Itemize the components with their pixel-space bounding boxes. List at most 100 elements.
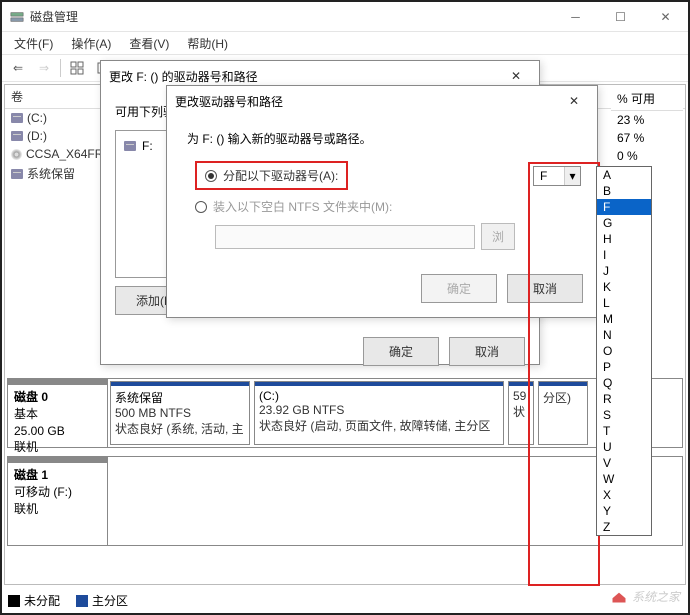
dropdown-item-B[interactable]: B	[597, 183, 651, 199]
toolbar-separator	[60, 59, 61, 77]
menu-view[interactable]: 查看(V)	[121, 33, 177, 54]
menubar: 文件(F) 操作(A) 查看(V) 帮助(H)	[2, 32, 688, 54]
assign-highlight: 分配以下驱动器号(A):	[195, 161, 348, 190]
disk-label: 磁盘 1	[14, 467, 101, 484]
partition-box[interactable]: 59状	[508, 381, 534, 445]
menu-file[interactable]: 文件(F)	[6, 33, 61, 54]
letter-select[interactable]: F ▾	[533, 166, 581, 186]
dropdown-item-Q[interactable]: Q	[597, 375, 651, 391]
volume-name: 系统保留	[27, 165, 75, 182]
dropdown-item-P[interactable]: P	[597, 359, 651, 375]
partition-name: 系统保留	[115, 389, 245, 406]
mount-path-input	[215, 225, 475, 249]
dropdown-item-H[interactable]: H	[597, 231, 651, 247]
menu-help[interactable]: 帮助(H)	[179, 33, 236, 54]
back-button[interactable]: ⇐	[6, 56, 30, 80]
dropdown-item-W[interactable]: W	[597, 471, 651, 487]
pct-value: 0 %	[611, 147, 683, 165]
disk-mgmt-icon	[10, 10, 24, 24]
chevron-down-icon: ▾	[564, 167, 580, 185]
maximize-button[interactable]: ☐	[598, 2, 643, 32]
partition-status: 状态良好 (启动, 页面文件, 故障转储, 主分区	[259, 417, 499, 434]
main-titlebar: 磁盘管理 ─ ☐ ✕	[2, 2, 688, 32]
dropdown-item-M[interactable]: M	[597, 311, 651, 327]
disk-type: 基本	[14, 406, 101, 423]
legend: 未分配 主分区	[8, 592, 128, 609]
watermark: 系统之家	[610, 588, 680, 605]
dropdown-item-U[interactable]: U	[597, 439, 651, 455]
legend-unalloc-label: 未分配	[24, 592, 60, 609]
partition-box[interactable]: (C:)23.92 GB NTFS状态良好 (启动, 页面文件, 故障转储, 主…	[254, 381, 504, 445]
partition-size: 59	[513, 389, 529, 403]
dlg2-titlebar: 更改驱动器号和路径 ✕	[167, 86, 597, 116]
dlg1-title: 更改 F: () 的驱动器号和路径	[109, 68, 501, 85]
mount-folder-row[interactable]: 装入以下空白 NTFS 文件夹中(M):	[187, 198, 577, 215]
menu-action[interactable]: 操作(A)	[63, 33, 119, 54]
dropdown-item-J[interactable]: J	[597, 263, 651, 279]
drive-icon	[11, 113, 23, 123]
assign-letter-row[interactable]: 分配以下驱动器号(A): F ▾	[187, 161, 577, 190]
browse-button: 浏	[481, 223, 515, 250]
dropdown-item-V[interactable]: V	[597, 455, 651, 471]
window-title-text: 磁盘管理	[30, 8, 78, 25]
disk-status: 联机	[14, 439, 101, 456]
dlg2-ok-button[interactable]: 确定	[421, 274, 497, 303]
partition-size: 500 MB NTFS	[115, 406, 245, 420]
volume-header-name[interactable]: 卷	[11, 88, 91, 105]
dlg2-cancel-button[interactable]: 取消	[507, 274, 583, 303]
dropdown-item-L[interactable]: L	[597, 295, 651, 311]
close-button[interactable]: ✕	[643, 2, 688, 32]
disk-row: 磁盘 1可移动 (F:)联机	[7, 456, 683, 546]
volume-name: CCSA_X64FR	[26, 147, 103, 161]
dlg2-instruction: 为 F: () 输入新的驱动器号或路径。	[187, 130, 577, 147]
mount-label: 装入以下空白 NTFS 文件夹中(M):	[213, 198, 392, 215]
drive-icon	[11, 131, 23, 141]
assign-radio[interactable]	[205, 170, 217, 182]
dropdown-item-R[interactable]: R	[597, 391, 651, 407]
pct-header[interactable]: % 可用	[611, 87, 683, 111]
mount-radio[interactable]	[195, 201, 207, 213]
partition-box[interactable]: 分区)	[538, 381, 588, 445]
partition-size: 23.92 GB NTFS	[259, 403, 499, 417]
disk-type: 可移动 (F:)	[14, 484, 101, 501]
volume-name: (C:)	[27, 111, 47, 125]
dlg1-bottom-row: 确定 取消	[101, 327, 539, 376]
legend-unallocated: 未分配	[8, 592, 60, 609]
watermark-text: 系统之家	[632, 588, 680, 605]
partition-status: 状	[513, 403, 529, 420]
dlg1-ok-button[interactable]: 确定	[363, 337, 439, 366]
dropdown-item-G[interactable]: G	[597, 215, 651, 231]
dlg2-close-button[interactable]: ✕	[559, 86, 589, 116]
dropdown-item-Z[interactable]: Z	[597, 519, 651, 535]
dropdown-item-K[interactable]: K	[597, 279, 651, 295]
pct-value: 23 %	[611, 111, 683, 129]
dropdown-item-N[interactable]: N	[597, 327, 651, 343]
partition-name: (C:)	[259, 389, 499, 403]
dlg2-title: 更改驱动器号和路径	[175, 93, 559, 110]
volume-name: (D:)	[27, 129, 47, 143]
partition-size: 分区)	[543, 389, 583, 406]
letter-dropdown[interactable]: ABFGHIJKLMNOPQRSTUVWXYZ	[596, 166, 652, 536]
assign-label: 分配以下驱动器号(A):	[223, 167, 338, 184]
dlg1-cancel-button[interactable]: 取消	[449, 337, 525, 366]
window-title: 磁盘管理	[10, 8, 553, 25]
disk-status: 联机	[14, 501, 101, 518]
forward-button[interactable]: ⇒	[32, 56, 56, 80]
drive-icon	[124, 141, 136, 151]
dropdown-item-F[interactable]: F	[597, 199, 651, 215]
dropdown-item-I[interactable]: I	[597, 247, 651, 263]
dropdown-item-S[interactable]: S	[597, 407, 651, 423]
dropdown-item-T[interactable]: T	[597, 423, 651, 439]
refresh-button[interactable]	[65, 56, 89, 80]
partition-box[interactable]: 系统保留500 MB NTFS状态良好 (系统, 活动, 主	[110, 381, 250, 445]
disk-row: 磁盘 0基本25.00 GB联机系统保留500 MB NTFS状态良好 (系统,…	[7, 378, 683, 448]
dropdown-item-Y[interactable]: Y	[597, 503, 651, 519]
dropdown-item-X[interactable]: X	[597, 487, 651, 503]
partition-status: 状态良好 (系统, 活动, 主	[115, 420, 245, 437]
disks-area: 磁盘 0基本25.00 GB联机系统保留500 MB NTFS状态良好 (系统,…	[7, 378, 683, 554]
drive-icon	[11, 169, 23, 179]
dropdown-item-A[interactable]: A	[597, 167, 651, 183]
pct-value: 67 %	[611, 129, 683, 147]
minimize-button[interactable]: ─	[553, 2, 598, 32]
dropdown-item-O[interactable]: O	[597, 343, 651, 359]
